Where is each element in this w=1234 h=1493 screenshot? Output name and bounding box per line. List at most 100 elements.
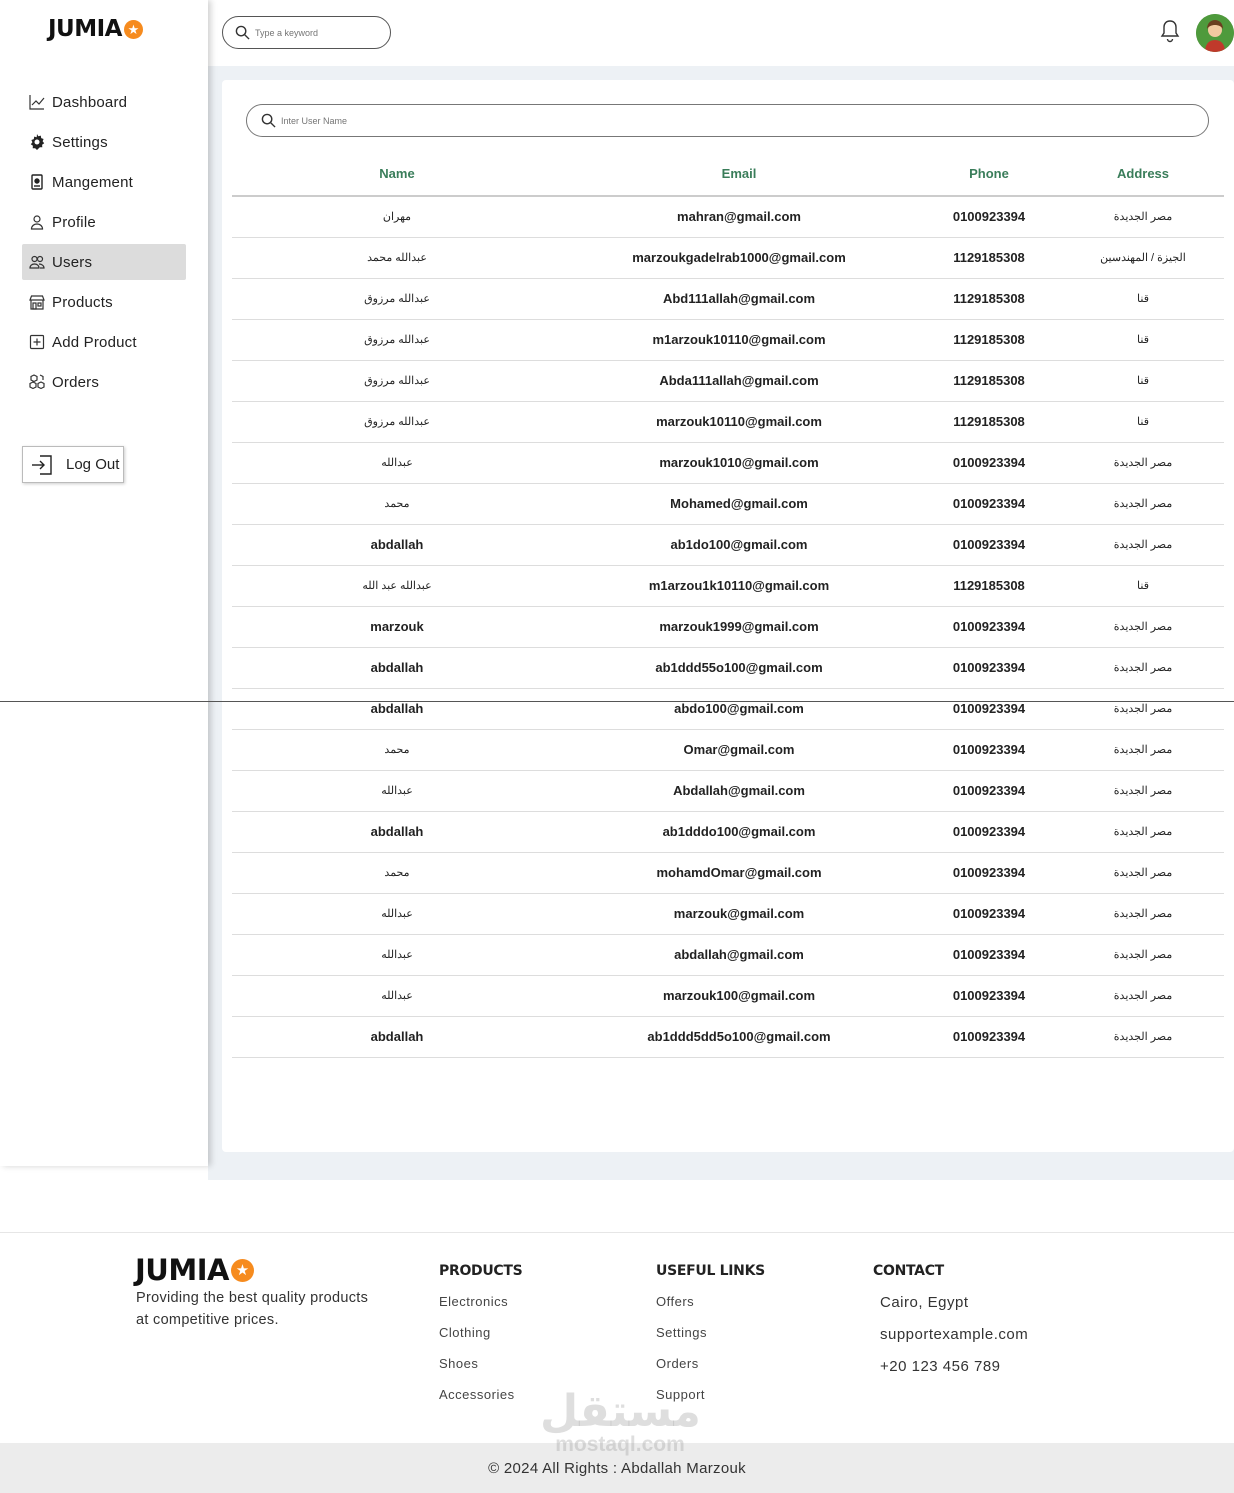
user-name-cell: عبدالله [232,893,562,935]
sidebar-item-settings[interactable]: Settings [22,124,186,160]
user-email-cell: marzouk10110@gmail.com [562,401,916,443]
user-address-cell: مصر الجديدة [1062,647,1224,689]
store-icon [28,294,45,311]
table-row[interactable]: عبدالله مرزوق Abda111allah@gmail.com 11291… [232,360,1224,402]
brand-logo[interactable]: JUMIA ★ [48,16,143,42]
user-email-cell: marzouk@gmail.com [562,893,916,935]
user-address-cell: مصر الجديدة [1062,606,1224,648]
contact-phone[interactable]: +20 123 456 789 [880,1358,1028,1375]
sidebar-item-products[interactable]: Products [22,284,186,320]
user-email-cell: m1arzou1k10110@gmail.com [562,565,916,607]
contact-email[interactable]: supportexample.com [880,1326,1028,1343]
footer-link-offers[interactable]: Offers [656,1294,765,1309]
user-email-cell: Abd111allah@gmail.com [562,278,916,320]
footer-link-accessories[interactable]: Accessories [439,1387,522,1402]
table-row[interactable]: عبدالله Abdallah@gmail.com 0100923394 مصر ا… [232,770,1224,812]
footer-link-settings[interactable]: Settings [656,1325,765,1340]
footer-link-electronics[interactable]: Electronics [439,1294,522,1309]
table-row[interactable]: marzouk marzouk1999@gmail.com 0100923394 مص… [232,606,1224,648]
watermark: مستقل mostaql.com [540,1389,701,1456]
user-email-cell: marzouk1010@gmail.com [562,442,916,484]
table-row[interactable]: abdallah ab1do100@gmail.com 0100923394 مصر … [232,524,1224,566]
user-search[interactable] [246,104,1209,137]
table-row[interactable]: مهران mahran@gmail.com 0100923394 مصر الجدي… [232,196,1224,238]
user-name-cell: عبدالله [232,975,562,1017]
sidebar-item-label: Add Product [52,333,137,351]
star-icon: ★ [230,1258,254,1282]
sidebar-item-orders[interactable]: Orders [22,364,186,400]
user-phone-cell: 0100923394 [916,688,1062,730]
user-phone-cell: 1129185308 [916,278,1062,320]
table-row[interactable]: محمد Mohamed@gmail.com 0100923394 مصر الجدي… [232,483,1224,525]
sidebar-item-users[interactable]: Users [22,244,186,280]
user-email-cell: mahran@gmail.com [562,196,916,238]
user-phone-cell: 1129185308 [916,360,1062,402]
user-email-cell: marzouk100@gmail.com [562,975,916,1017]
table-row[interactable]: عبدالله محمد marzoukgadelrab1000@gmail.co… [232,237,1224,279]
footer-link-clothing[interactable]: Clothing [439,1325,522,1340]
user-name-cell: مهران [232,196,562,238]
footer-tagline: Providing the best quality products at c… [136,1290,369,1328]
user-name-cell: عبدالله محمد [232,237,562,279]
table-header-row: Name Email Phone Address [232,152,1224,197]
gear-icon [28,134,45,151]
sidebar-item-add-product[interactable]: Add Product [22,324,186,360]
user-address-cell: مصر الجديدة [1062,524,1224,566]
footer-link-orders[interactable]: Orders [656,1356,765,1371]
user-address-cell: مصر الجديدة [1062,975,1224,1017]
user-address-cell: مصر الجديدة [1062,811,1224,853]
table-row[interactable]: عبدالله مرزوق Abd111allah@gmail.com 112918… [232,278,1224,320]
user-name-cell: محمد [232,483,562,525]
sidebar-item-mangement[interactable]: Mangement [22,164,186,200]
search-icon [261,113,276,128]
user-address-cell: مصر الجديدة [1062,442,1224,484]
user-name-cell: عبدالله [232,770,562,812]
user-email-cell: mohamdOmar@gmail.com [562,852,916,894]
user-address-cell: قنا [1062,565,1224,607]
table-row[interactable]: عبدالله marzouk100@gmail.com 0100923394 مصر… [232,975,1224,1017]
star-icon: ★ [123,19,143,39]
bell-icon[interactable] [1159,19,1181,43]
user-phone-cell: 0100923394 [916,811,1062,853]
logout-label: Log Out [66,456,120,473]
user-phone-cell: 0100923394 [916,647,1062,689]
user-address-cell: قنا [1062,360,1224,402]
user-phone-cell: 0100923394 [916,729,1062,771]
user-email-cell: Abdallah@gmail.com [562,770,916,812]
user-phone-cell: 1129185308 [916,237,1062,279]
table-row[interactable]: abdallah ab1dddo100@gmail.com 0100923394 مص… [232,811,1224,853]
table-row[interactable]: abdallah ab1ddd55o100@gmail.com 0100923394… [232,647,1224,689]
table-row[interactable]: abdallah ab1ddd5dd5o100@gmail.com 01009233… [232,1016,1224,1058]
avatar[interactable] [1196,14,1234,52]
id-card-icon [28,174,45,191]
sidebar: JUMIA ★ Dashboard Settings Mangement Pro… [0,0,208,1166]
user-phone-cell: 0100923394 [916,196,1062,238]
search-input[interactable] [255,27,375,38]
user-address-cell: قنا [1062,401,1224,443]
table-row[interactable]: محمد mohamdOmar@gmail.com 0100923394 مصر ال… [232,852,1224,894]
user-name-cell: عبدالله مرزوق [232,401,562,443]
user-name-cell: marzouk [232,606,562,648]
table-row[interactable]: عبدالله عبد الله m1arzou1k10110@gmail.com… [232,565,1224,607]
footer-link-shoes[interactable]: Shoes [439,1356,522,1371]
sidebar-item-dashboard[interactable]: Dashboard [22,84,186,120]
user-name-cell: عبدالله مرزوق [232,278,562,320]
user-search-input[interactable] [281,115,681,126]
footer: JUMIA ★ Providing the best quality produ… [0,1232,1234,1493]
table-row[interactable]: عبدالله marzouk@gmail.com 0100923394 مصر ال… [232,893,1224,935]
user-email-cell: Omar@gmail.com [562,729,916,771]
table-row[interactable]: عبدالله abdallah@gmail.com 0100923394 مصر ا… [232,934,1224,976]
table-row[interactable]: عبدالله مرزوق marzouk10110@gmail.com 11291… [232,401,1224,443]
table-row[interactable]: abdallah abdo100@gmail.com 0100923394 مصر ا… [232,688,1224,730]
table-row[interactable]: عبدالله مرزوق m1arzouk10110@gmail.com 1129… [232,319,1224,361]
column-header-phone: Phone [916,152,1062,197]
footer-brand-name: JUMIA [135,1253,229,1287]
logout-button[interactable]: Log Out [22,446,124,483]
user-name-cell: محمد [232,729,562,771]
topbar-search[interactable] [222,16,391,49]
footer-logo[interactable]: JUMIA ★ [135,1253,254,1287]
table-row[interactable]: عبدالله marzouk1010@gmail.com 0100923394 مص… [232,442,1224,484]
sidebar-item-profile[interactable]: Profile [22,204,186,240]
user-name-cell: عبدالله عبد الله [232,565,562,607]
table-row[interactable]: محمد Omar@gmail.com 0100923394 مصر الجديدة [232,729,1224,771]
